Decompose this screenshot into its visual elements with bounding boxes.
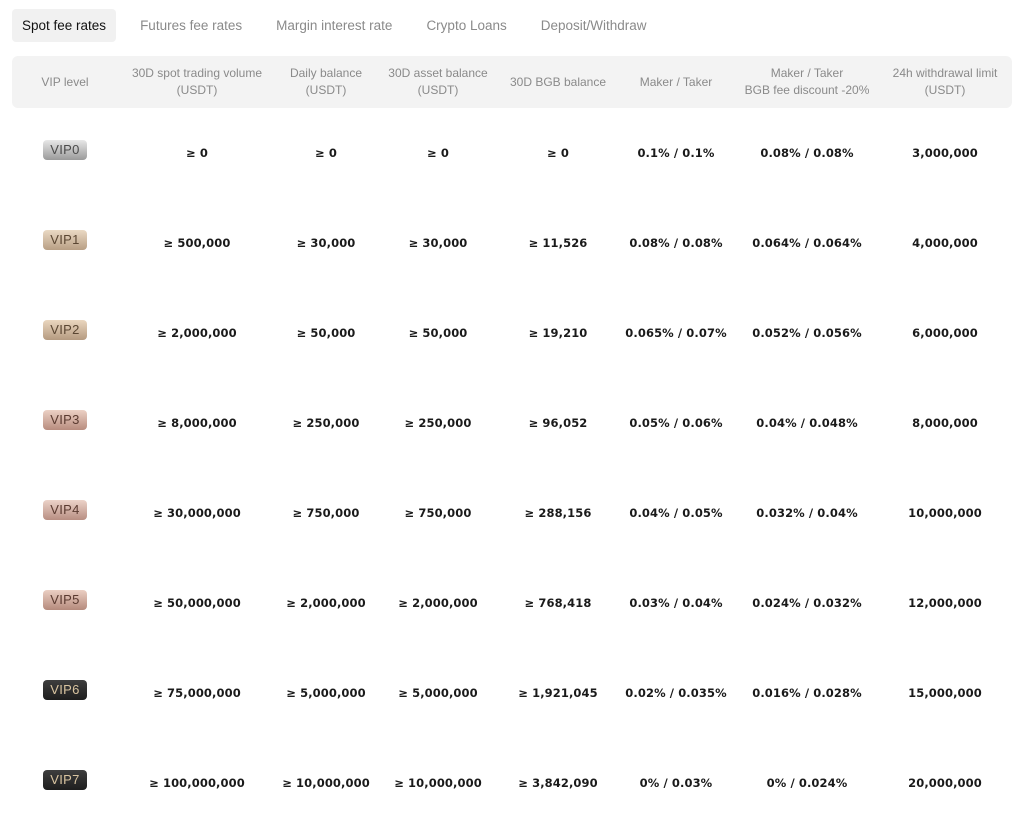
cell-spot-volume: ≥ 8,000,000 <box>157 416 237 430</box>
cell-bgb-balance: ≥ 11,526 <box>528 236 588 250</box>
header-withdrawal-limit: 24h withdrawal limit (USDT) <box>892 66 998 97</box>
table-row: VIP3 ≥ 8,000,000 ≥ 250,000 ≥ 250,000 ≥ 96,05… <box>12 378 1012 468</box>
vip-badge: VIP3 <box>43 410 87 430</box>
table-row: VIP5 ≥ 50,000,000 ≥ 2,000,000 ≥ 2,000,000 ≥ … <box>12 558 1012 648</box>
tab-crypto-loans[interactable]: Crypto Loans <box>416 9 516 42</box>
vip-badge: VIP7 <box>43 770 87 790</box>
cell-maker-taker-discount: 0.016% / 0.028% <box>752 686 862 700</box>
cell-withdrawal-limit: 3,000,000 <box>912 146 978 160</box>
tab-deposit-withdraw[interactable]: Deposit/Withdraw <box>531 9 657 42</box>
cell-asset-balance: ≥ 2,000,000 <box>398 596 478 610</box>
cell-daily-balance: ≥ 2,000,000 <box>286 596 366 610</box>
cell-withdrawal-limit: 10,000,000 <box>908 506 982 520</box>
cell-daily-balance: ≥ 0 <box>315 146 337 160</box>
cell-bgb-balance: ≥ 1,921,045 <box>518 686 598 700</box>
cell-spot-volume: ≥ 500,000 <box>163 236 231 250</box>
table-row: VIP1 ≥ 500,000 ≥ 30,000 ≥ 30,000 ≥ 11,526 0.0… <box>12 198 1012 288</box>
cell-spot-volume: ≥ 50,000,000 <box>153 596 241 610</box>
cell-maker-taker: 0.04% / 0.05% <box>629 506 723 520</box>
cell-maker-taker: 0.02% / 0.035% <box>625 686 727 700</box>
cell-vip-level: VIP6 <box>12 648 118 738</box>
vip-fee-table: VIP0 ≥ 0 ≥ 0 ≥ 0 ≥ 0 0.1% / 0.1% 0.08% / 0.08%… <box>12 108 1012 828</box>
cell-maker-taker-discount: 0.064% / 0.064% <box>752 236 862 250</box>
cell-daily-balance: ≥ 50,000 <box>296 326 356 340</box>
header-maker-taker-discount: Maker / Taker BGB fee discount -20% <box>744 66 870 97</box>
cell-withdrawal-limit: 12,000,000 <box>908 596 982 610</box>
tab-futures-fee-rates[interactable]: Futures fee rates <box>130 9 252 42</box>
vip-badge: VIP2 <box>43 320 87 340</box>
cell-withdrawal-limit: 4,000,000 <box>912 236 978 250</box>
cell-spot-volume: ≥ 30,000,000 <box>153 506 241 520</box>
cell-maker-taker-discount: 0.08% / 0.08% <box>760 146 854 160</box>
cell-daily-balance: ≥ 250,000 <box>292 416 360 430</box>
cell-bgb-balance: ≥ 288,156 <box>524 506 592 520</box>
tab-spot-fee-rates[interactable]: Spot fee rates <box>12 9 117 42</box>
cell-spot-volume: ≥ 2,000,000 <box>157 326 237 340</box>
cell-spot-volume: ≥ 75,000,000 <box>153 686 241 700</box>
vip-badge: VIP6 <box>43 680 87 700</box>
header-vip-level: VIP level <box>41 74 89 89</box>
cell-vip-level: VIP2 <box>12 288 118 378</box>
cell-maker-taker: 0.1% / 0.1% <box>637 146 715 160</box>
table-row: VIP4 ≥ 30,000,000 ≥ 750,000 ≥ 750,000 ≥ 288,… <box>12 468 1012 558</box>
cell-daily-balance: ≥ 5,000,000 <box>286 686 366 700</box>
vip-badge: VIP5 <box>43 590 87 610</box>
cell-asset-balance: ≥ 30,000 <box>408 236 468 250</box>
cell-maker-taker-discount: 0.024% / 0.032% <box>752 596 862 610</box>
tab-margin-interest-rate[interactable]: Margin interest rate <box>266 9 402 42</box>
header-asset-balance: 30D asset balance (USDT) <box>388 66 488 97</box>
cell-daily-balance: ≥ 30,000 <box>296 236 356 250</box>
header-maker-taker: Maker / Taker <box>639 74 713 89</box>
vip-badge: VIP0 <box>43 140 87 160</box>
table-row: VIP2 ≥ 2,000,000 ≥ 50,000 ≥ 50,000 ≥ 19,210 0… <box>12 288 1012 378</box>
cell-withdrawal-limit: 8,000,000 <box>912 416 978 430</box>
cell-maker-taker-discount: 0.04% / 0.048% <box>756 416 858 430</box>
cell-bgb-balance: ≥ 19,210 <box>528 326 588 340</box>
cell-asset-balance: ≥ 0 <box>427 146 449 160</box>
cell-spot-volume: ≥ 0 <box>186 146 208 160</box>
table-row: VIP0 ≥ 0 ≥ 0 ≥ 0 ≥ 0 0.1% / 0.1% 0.08% / 0.08%… <box>12 108 1012 198</box>
vip-badge: VIP4 <box>43 500 87 520</box>
cell-vip-level: VIP0 <box>12 108 118 198</box>
table-row: VIP6 ≥ 75,000,000 ≥ 5,000,000 ≥ 5,000,000 ≥ … <box>12 648 1012 738</box>
cell-maker-taker: 0.03% / 0.04% <box>629 596 723 610</box>
cell-vip-level: VIP1 <box>12 198 118 288</box>
vip-badge: VIP1 <box>43 230 87 250</box>
header-bgb-balance: 30D BGB balance <box>509 74 607 89</box>
header-daily-balance: Daily balance (USDT) <box>289 66 363 97</box>
cell-vip-level: VIP4 <box>12 468 118 558</box>
cell-asset-balance: ≥ 750,000 <box>404 506 472 520</box>
cell-maker-taker: 0.065% / 0.07% <box>625 326 727 340</box>
cell-withdrawal-limit: 6,000,000 <box>912 326 978 340</box>
cell-vip-level: VIP3 <box>12 378 118 468</box>
cell-maker-taker-discount: 0.052% / 0.056% <box>752 326 862 340</box>
cell-asset-balance: ≥ 50,000 <box>408 326 468 340</box>
cell-vip-level: VIP5 <box>12 558 118 648</box>
cell-asset-balance: ≥ 250,000 <box>404 416 472 430</box>
cell-maker-taker: 0.08% / 0.08% <box>629 236 723 250</box>
table-header: VIP level 30D spot trading volume (USDT) D… <box>12 56 1012 108</box>
fee-tabs: Spot fee rates Futures fee rates Margin in… <box>12 9 671 42</box>
cell-bgb-balance: ≥ 96,052 <box>528 416 588 430</box>
cell-withdrawal-limit: 15,000,000 <box>908 686 982 700</box>
cell-bgb-balance: ≥ 768,418 <box>524 596 592 610</box>
header-spot-volume: 30D spot trading volume (USDT) <box>131 66 263 97</box>
cell-daily-balance: ≥ 750,000 <box>292 506 360 520</box>
cell-maker-taker-discount: 0.032% / 0.04% <box>756 506 858 520</box>
cell-asset-balance: ≥ 5,000,000 <box>398 686 478 700</box>
cell-bgb-balance: ≥ 0 <box>547 146 569 160</box>
cell-maker-taker: 0.05% / 0.06% <box>629 416 723 430</box>
